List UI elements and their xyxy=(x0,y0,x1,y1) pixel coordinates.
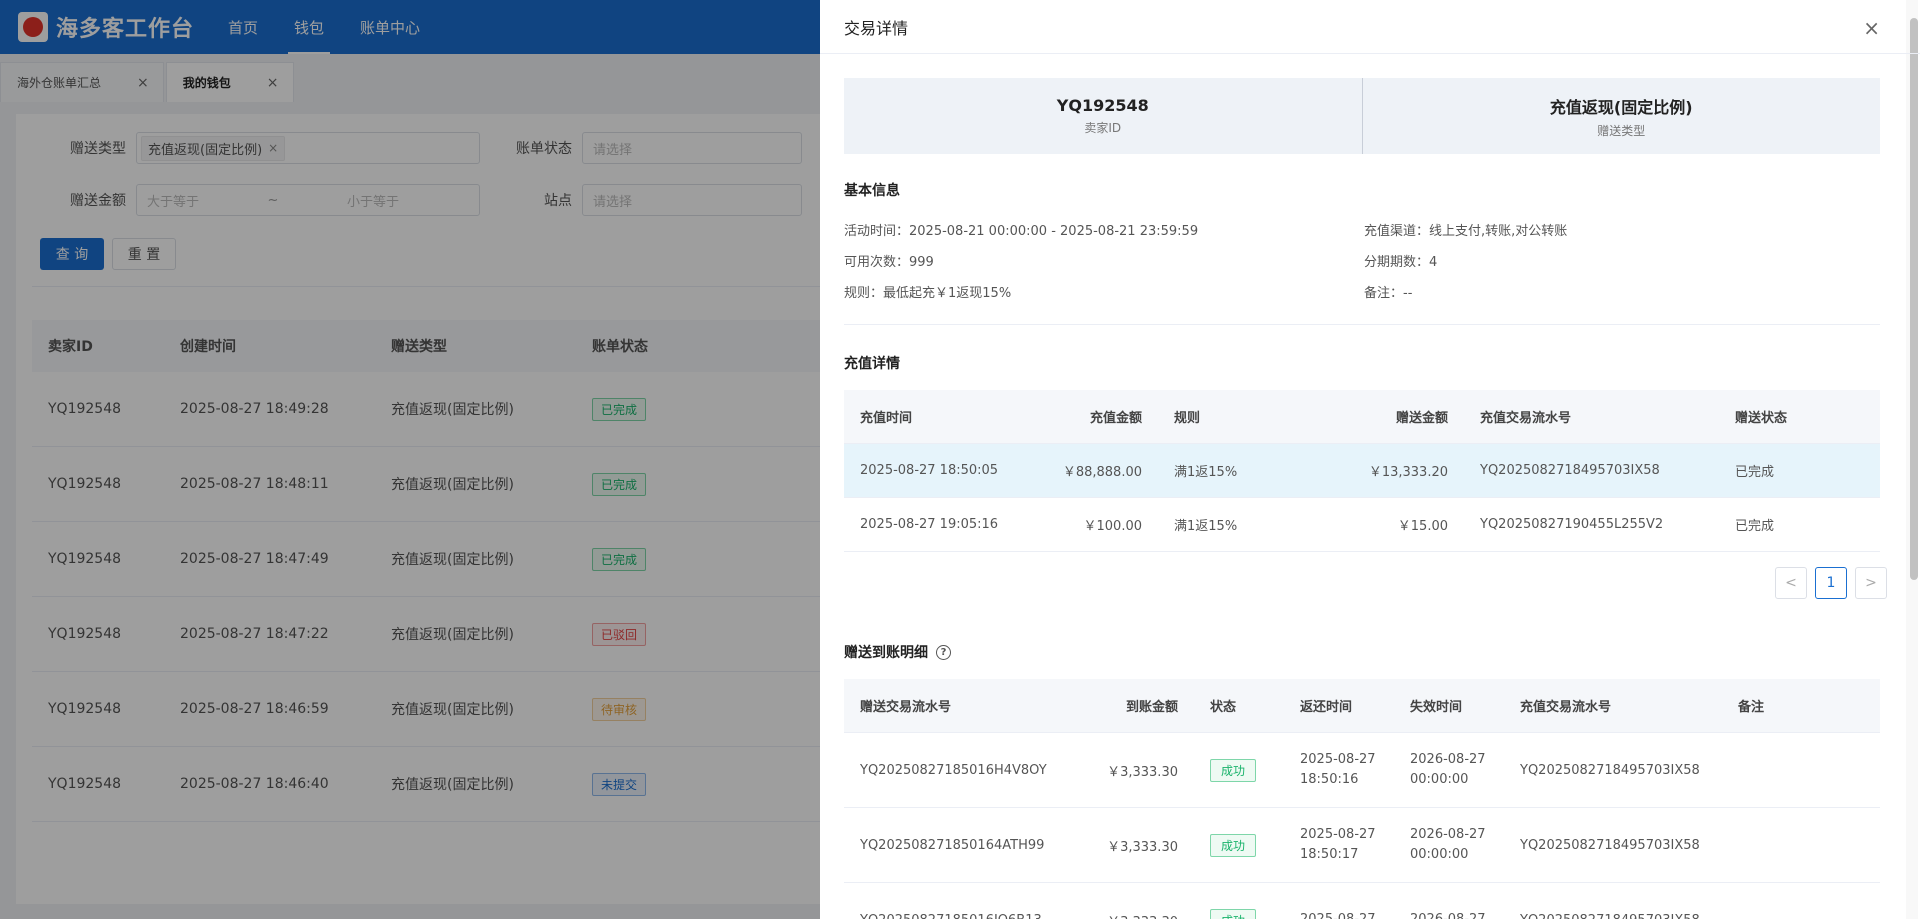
arrival-amount-cell: ￥3,333.30 xyxy=(1044,911,1194,919)
return-time: 18:50:16 xyxy=(1300,772,1359,787)
header-remark: 备注 xyxy=(1738,700,1765,715)
expire-date: 2026-08-27 xyxy=(1410,910,1488,919)
gift-serial-cell: YQ20250827185016IQ6B13 xyxy=(844,913,1044,919)
recharge-serial-cell: YQ2025082718495703IX58 xyxy=(1520,762,1700,778)
header-gift-status: 赠送状态 xyxy=(1735,411,1788,426)
recharge-serial-cell: YQ2025082718495703IX58 xyxy=(1520,837,1700,853)
header-recharge-serial: 充值交易流水号 xyxy=(1520,700,1612,715)
transaction-detail-drawer: 交易详情 × YQ192548 卖家ID 充值返现(固定比例) 赠送类型 基本信… xyxy=(820,0,1920,919)
activity-time: 活动时间：2025-08-21 00:00:00 - 2025-08-21 23… xyxy=(844,224,1199,239)
recharge-time-cell: 2025-08-27 18:50:05 xyxy=(860,463,999,478)
status-cell: 成功 xyxy=(1194,758,1284,782)
summary-seller-id-label: 卖家ID xyxy=(1084,121,1122,135)
header-recharge-amount: 充值金额 xyxy=(1089,411,1142,426)
expire-date: 2026-08-27 xyxy=(1410,752,1486,767)
status-badge: 成功 xyxy=(1210,908,1257,919)
table-row[interactable]: YQ20250827185016H4V8OY ￥3,333.30 成功 2025-08… xyxy=(844,733,1880,808)
recharge-channel: 充值渠道：线上支付,转账,对公转账 xyxy=(1364,224,1568,239)
header-expire-time: 失效时间 xyxy=(1410,700,1463,715)
next-page-button[interactable]: > xyxy=(1855,567,1887,599)
close-icon[interactable]: × xyxy=(1863,16,1880,40)
header-rule: 规则 xyxy=(1174,411,1201,426)
header-gift-amount: 赠送金额 xyxy=(1395,411,1448,426)
return-time-cell: 2025-08-27 18:50:17 xyxy=(1284,825,1394,865)
remark: 备注：-- xyxy=(1364,286,1413,301)
scrollbar-thumb[interactable] xyxy=(1910,18,1918,580)
header-recharge-time: 充值时间 xyxy=(860,411,913,426)
status-badge: 成功 xyxy=(1210,833,1257,857)
gift-arrival-title-text: 赠送到账明细 xyxy=(844,645,928,661)
expire-time-cell: 2026-08-27 xyxy=(1394,910,1504,919)
header-return-time: 返还时间 xyxy=(1300,700,1353,715)
drawer-header: 交易详情 × xyxy=(820,0,1920,54)
gift-status-cell: 已完成 xyxy=(1735,519,1775,534)
header-status: 状态 xyxy=(1210,700,1237,715)
recharge-serial-cell: YQ2025082718495703IX58 xyxy=(1504,913,1722,919)
recharge-table: 充值时间 充值金额 规则 赠送金额 充值交易流水号 赠送状态 2025-08-2… xyxy=(844,390,1880,552)
rule-cell: 满1返15% xyxy=(1174,519,1238,534)
summary-gift-type: 充值返现(固定比例) xyxy=(1549,97,1693,117)
return-time-cell: 2025-08-27 18:50:16 xyxy=(1284,750,1394,790)
gift-arrival-table: 赠送交易流水号 到账金额 状态 返还时间 失效时间 充值交易流水号 备注 YQ2… xyxy=(844,679,1880,919)
rule-cell: 满1返15% xyxy=(1174,465,1238,480)
gift-serial-cell: YQ202508271850164ATH99 xyxy=(860,837,1045,853)
prev-page-button[interactable]: < xyxy=(1775,567,1807,599)
table-row[interactable]: YQ202508271850164ATH99 ￥3,333.30 成功 2025-08… xyxy=(844,808,1880,883)
pagination: < 1 > xyxy=(1767,567,1887,599)
summary-gift: 充值返现(固定比例) 赠送类型 xyxy=(1361,78,1881,154)
header-recharge-serial: 充值交易流水号 xyxy=(1480,411,1572,426)
recharge-time-cell: 2025-08-27 19:05:16 xyxy=(860,517,999,532)
gift-amount-cell: ￥13,333.20 xyxy=(1368,465,1448,480)
recharge-serial-cell: YQ2025082718495703IX58 xyxy=(1480,463,1660,478)
status-badge: 成功 xyxy=(1210,758,1257,782)
arrival-table-header: 赠送交易流水号 到账金额 状态 返还时间 失效时间 充值交易流水号 备注 xyxy=(844,679,1880,733)
table-row[interactable]: 2025-08-27 18:50:05 ￥88,888.00 满1返15% ￥13,3… xyxy=(844,444,1880,498)
gift-arrival-title: 赠送到账明细 ? xyxy=(844,642,951,662)
recharge-serial-cell: YQ20250827190455L255V2 xyxy=(1480,517,1664,532)
help-icon[interactable]: ? xyxy=(936,644,951,660)
gift-amount-cell: ￥15.00 xyxy=(1397,519,1448,534)
recharge-table-header: 充值时间 充值金额 规则 赠送金额 充值交易流水号 赠送状态 xyxy=(844,390,1880,444)
basic-info-title: 基本信息 xyxy=(844,183,900,199)
table-row[interactable]: YQ20250827185016IQ6B13￥3,333.30 成功 2025-08… xyxy=(844,883,1880,919)
arrival-amount-cell: ￥3,333.30 xyxy=(1107,764,1178,780)
summary-gift-type-label: 赠送类型 xyxy=(1597,123,1646,138)
header-gift-serial: 赠送交易流水号 xyxy=(860,700,952,715)
recharge-amount-cell: ￥88,888.00 xyxy=(1062,465,1142,480)
expire-time: 00:00:00 xyxy=(1410,847,1469,862)
installments: 分期期数：4 xyxy=(1364,255,1438,270)
header-arrival-amount: 到账金额 xyxy=(1125,700,1178,715)
rule: 规则：最低起充￥1返现15% xyxy=(844,286,1012,301)
status-cell: 成功 xyxy=(1194,908,1284,919)
page-1-button[interactable]: 1 xyxy=(1815,567,1847,599)
gift-serial-cell: YQ20250827185016H4V8OY xyxy=(860,762,1047,778)
drawer-title: 交易详情 xyxy=(844,18,909,38)
recharge-detail-title: 充值详情 xyxy=(844,356,900,372)
expire-time-cell: 2026-08-27 00:00:00 xyxy=(1394,825,1504,865)
table-row[interactable]: 2025-08-27 19:05:16 ￥100.00 满1返15% ￥15.00 YQ… xyxy=(844,498,1880,552)
summary-seller: YQ192548 卖家ID xyxy=(844,78,1362,154)
available-times: 可用次数：999 xyxy=(844,255,934,270)
return-date: 2025-08-27 xyxy=(1300,752,1376,767)
gift-status-cell: 已完成 xyxy=(1735,465,1775,480)
expire-time-cell: 2026-08-27 00:00:00 xyxy=(1394,750,1504,790)
return-date: 2025-08-27 xyxy=(1300,827,1376,842)
expire-date: 2026-08-27 xyxy=(1410,827,1486,842)
return-time-cell: 2025-08-27 xyxy=(1284,910,1394,919)
summary-seller-id: YQ192548 xyxy=(1056,96,1149,115)
return-date: 2025-08-27 xyxy=(1300,910,1378,919)
return-time: 18:50:17 xyxy=(1300,847,1359,862)
arrival-amount-cell: ￥3,333.30 xyxy=(1107,839,1178,855)
expire-time: 00:00:00 xyxy=(1410,772,1469,787)
section-divider xyxy=(844,324,1880,325)
status-cell: 成功 xyxy=(1194,833,1284,857)
recharge-amount-cell: ￥100.00 xyxy=(1083,519,1143,534)
summary-card: YQ192548 卖家ID 充值返现(固定比例) 赠送类型 xyxy=(844,78,1880,154)
